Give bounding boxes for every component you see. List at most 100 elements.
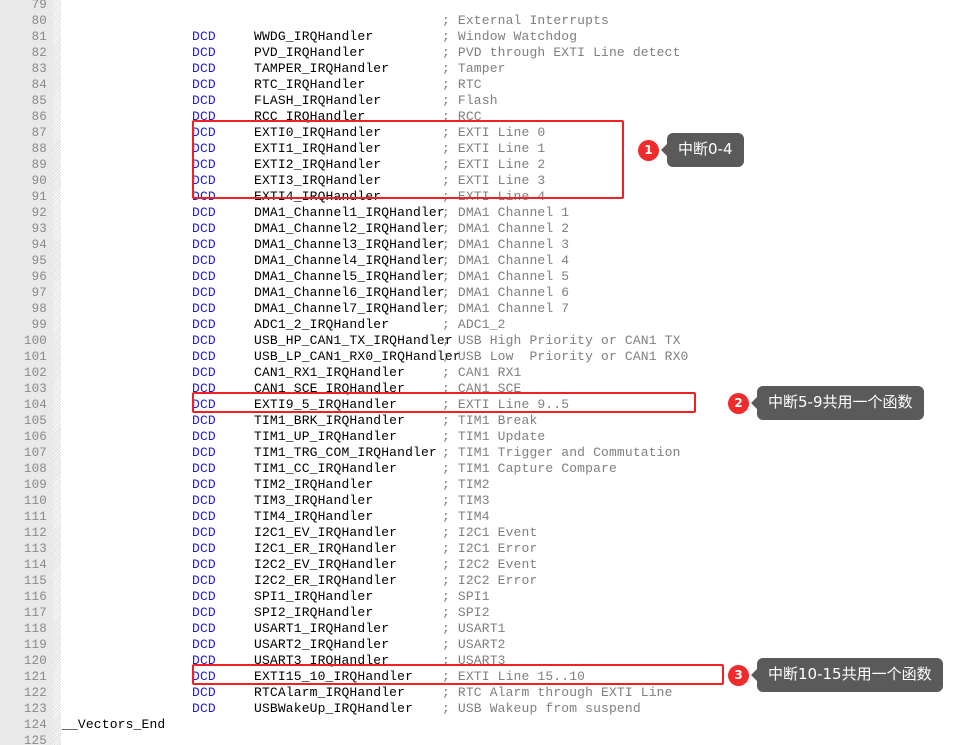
code-line[interactable]: 93 DCD DMA1_Channel2_IRQHandler; DMA1 Chan… (0, 221, 970, 237)
code-comment: ; DMA1 Channel 6 (442, 285, 570, 300)
code-comment: ; SPI1 (442, 589, 490, 604)
code-line-text: DCD EXTI4_IRQHandler ; EXTI Line 4 (62, 189, 545, 205)
line-number: 113 (23, 542, 47, 556)
line-number: 98 (31, 302, 47, 316)
code-line[interactable]: 108 DCD TIM1_CC_IRQHandler ; TIM1 Capture C… (0, 461, 970, 477)
code-comment: ; ADC1_2 (442, 317, 506, 332)
line-number: 95 (31, 254, 47, 268)
code-line[interactable]: 92 DCD DMA1_Channel1_IRQHandler; DMA1 Chan… (0, 205, 970, 221)
code-line[interactable]: 87 DCD EXTI0_IRQHandler ; EXTI Line 0 (0, 125, 970, 141)
code-symbol-name: I2C2_ER_IRQHandler (254, 573, 398, 588)
code-line-text: DCD DMA1_Channel4_IRQHandler; DMA1 Channe… (62, 253, 569, 269)
line-number: 120 (23, 654, 47, 668)
code-line-text: DCD RTC_IRQHandler ; RTC (62, 77, 482, 93)
code-comment: ; DMA1 Channel 2 (442, 221, 570, 236)
line-number: 107 (23, 446, 47, 460)
code-line[interactable]: 95 DCD DMA1_Channel4_IRQHandler; DMA1 Chan… (0, 253, 970, 269)
code-line[interactable]: 94 DCD DMA1_Channel3_IRQHandler; DMA1 Chan… (0, 237, 970, 253)
code-line[interactable]: 79 (0, 0, 970, 13)
code-line-text: DCD DMA1_Channel7_IRQHandler; DMA1 Channe… (62, 301, 569, 317)
code-directive-keyword: DCD (192, 381, 216, 396)
line-number: 86 (31, 110, 47, 124)
code-symbol-name: DMA1_Channel3_IRQHandler (254, 237, 445, 252)
line-number: 88 (31, 142, 47, 156)
code-line[interactable]: 113 DCD I2C1_ER_IRQHandler ; I2C1 Error (0, 541, 970, 557)
line-number: 91 (31, 190, 47, 204)
code-directive-keyword: DCD (192, 701, 216, 716)
line-number: 79 (31, 0, 47, 12)
line-number: 82 (31, 46, 47, 60)
code-listing[interactable]: 79 80 ; External Interrupts 81 DCD WWDG_IRQHa… (0, 0, 970, 745)
line-number: 93 (31, 222, 47, 236)
code-directive-keyword: DCD (192, 573, 216, 588)
code-line-text: DCD FLASH_IRQHandler ; Flash (62, 93, 498, 109)
code-comment: ; RTC (442, 77, 482, 92)
line-number: 90 (31, 174, 47, 188)
line-number: 92 (31, 206, 47, 220)
code-line[interactable]: 106 DCD TIM1_UP_IRQHandler ; TIM1 Update (0, 429, 970, 445)
code-line[interactable]: 80 ; External Interrupts (0, 13, 970, 29)
callout-1: 1 中断0-4 (638, 133, 744, 167)
code-line[interactable]: 83 DCD TAMPER_IRQHandler ; Tamper (0, 61, 970, 77)
code-line[interactable]: 118 DCD USART1_IRQHandler ; USART1 (0, 621, 970, 637)
code-symbol-name: RCC_IRQHandler (254, 109, 366, 124)
code-symbol-name: USART2_IRQHandler (254, 637, 390, 652)
code-directive-keyword: DCD (192, 637, 216, 652)
code-line[interactable]: 119 DCD USART2_IRQHandler ; USART2 (0, 637, 970, 653)
code-directive-keyword: DCD (192, 653, 216, 668)
code-line[interactable]: 117 DCD SPI2_IRQHandler ; SPI2 (0, 605, 970, 621)
code-line[interactable]: 109 DCD TIM2_IRQHandler ; TIM2 (0, 477, 970, 493)
code-directive-keyword: DCD (192, 557, 216, 572)
code-line[interactable]: 96 DCD DMA1_Channel5_IRQHandler; DMA1 Chan… (0, 269, 970, 285)
code-comment: ; DMA1 Channel 5 (442, 269, 570, 284)
code-comment: ; TIM1 Capture Compare (442, 461, 617, 476)
line-number: 104 (23, 398, 47, 412)
code-line[interactable]: 84 DCD RTC_IRQHandler ; RTC (0, 77, 970, 93)
code-line[interactable]: 101 DCD USB_LP_CAN1_RX0_IRQHandler; USB Lo… (0, 349, 970, 365)
code-comment: ; EXTI Line 0 (442, 125, 546, 140)
code-line[interactable]: 89 DCD EXTI2_IRQHandler ; EXTI Line 2 (0, 157, 970, 173)
code-line[interactable]: 123 DCD USBWakeUp_IRQHandler ; USB Wakeup f… (0, 701, 970, 717)
callout-label: 中断0-4 (667, 133, 744, 167)
code-directive-keyword: DCD (192, 125, 216, 140)
code-symbol-name: EXTI4_IRQHandler (254, 189, 382, 204)
code-symbol-name: TIM1_TRG_COM_IRQHandler (254, 445, 437, 460)
code-line[interactable]: 125 (0, 733, 970, 745)
code-line[interactable]: 81 DCD WWDG_IRQHandler ; Window Watchdog (0, 29, 970, 45)
code-directive-keyword: DCD (192, 669, 216, 684)
code-line[interactable]: 82 DCD PVD_IRQHandler ; PVD through EXTI Li… (0, 45, 970, 61)
code-line-text: DCD TIM1_BRK_IRQHandler ; TIM1 Break (62, 413, 537, 429)
code-line[interactable]: 100 DCD USB_HP_CAN1_TX_IRQHandler; USB Hig… (0, 333, 970, 349)
code-comment: ; I2C2 Error (442, 573, 538, 588)
code-line[interactable]: 124 __Vectors_End (0, 717, 970, 733)
code-line[interactable]: 85 DCD FLASH_IRQHandler ; Flash (0, 93, 970, 109)
code-line[interactable]: 98 DCD DMA1_Channel7_IRQHandler; DMA1 Chan… (0, 301, 970, 317)
code-line[interactable]: 114 DCD I2C2_EV_IRQHandler ; I2C2 Event (0, 557, 970, 573)
code-comment: ; DMA1 Channel 7 (442, 301, 570, 316)
code-line[interactable]: 88 DCD EXTI1_IRQHandler ; EXTI Line 1 (0, 141, 970, 157)
code-line[interactable]: 115 DCD I2C2_ER_IRQHandler ; I2C2 Error (0, 573, 970, 589)
code-comment: ; EXTI Line 1 (442, 141, 546, 156)
code-line[interactable]: 86 DCD RCC_IRQHandler ; RCC (0, 109, 970, 125)
code-comment: ; CAN1 RX1 (442, 365, 522, 380)
code-symbol-name: SPI2_IRQHandler (254, 605, 374, 620)
code-directive-keyword: DCD (192, 173, 216, 188)
code-line-text: DCD SPI2_IRQHandler ; SPI2 (62, 605, 490, 621)
code-symbol-name: I2C2_EV_IRQHandler (254, 557, 398, 572)
code-line[interactable]: 112 DCD I2C1_EV_IRQHandler ; I2C1 Event (0, 525, 970, 541)
code-line-text: DCD DMA1_Channel3_IRQHandler; DMA1 Channe… (62, 237, 569, 253)
code-line[interactable]: 110 DCD TIM3_IRQHandler ; TIM3 (0, 493, 970, 509)
code-line[interactable]: 107 DCD TIM1_TRG_COM_IRQHandler ; TIM1 Trig… (0, 445, 970, 461)
code-directive-keyword: DCD (192, 61, 216, 76)
code-line[interactable]: 99 DCD ADC1_2_IRQHandler ; ADC1_2 (0, 317, 970, 333)
code-line[interactable]: 102 DCD CAN1_RX1_IRQHandler ; CAN1 RX1 (0, 365, 970, 381)
code-line[interactable]: 91 DCD EXTI4_IRQHandler ; EXTI Line 4 (0, 189, 970, 205)
code-line[interactable]: 90 DCD EXTI3_IRQHandler ; EXTI Line 3 (0, 173, 970, 189)
code-line-text: DCD EXTI2_IRQHandler ; EXTI Line 2 (62, 157, 545, 173)
code-line[interactable]: 111 DCD TIM4_IRQHandler ; TIM4 (0, 509, 970, 525)
code-line[interactable]: 97 DCD DMA1_Channel6_IRQHandler; DMA1 Chan… (0, 285, 970, 301)
code-directive-keyword: DCD (192, 445, 216, 460)
code-line[interactable]: 116 DCD SPI1_IRQHandler ; SPI1 (0, 589, 970, 605)
